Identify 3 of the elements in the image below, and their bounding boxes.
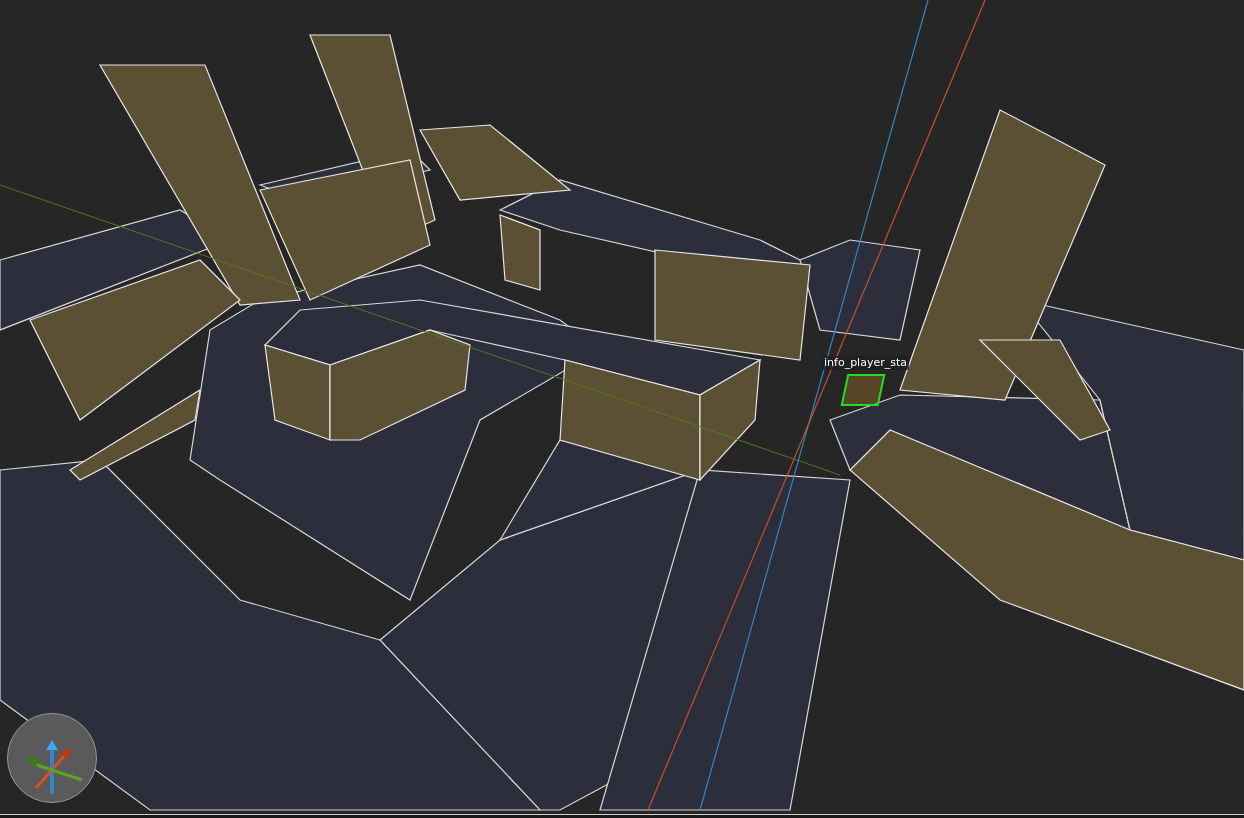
entity-label: info_player_sta <box>822 356 909 370</box>
3d-viewport[interactable]: info_player_sta <box>0 0 1244 818</box>
entity-selection-box[interactable] <box>840 374 886 406</box>
